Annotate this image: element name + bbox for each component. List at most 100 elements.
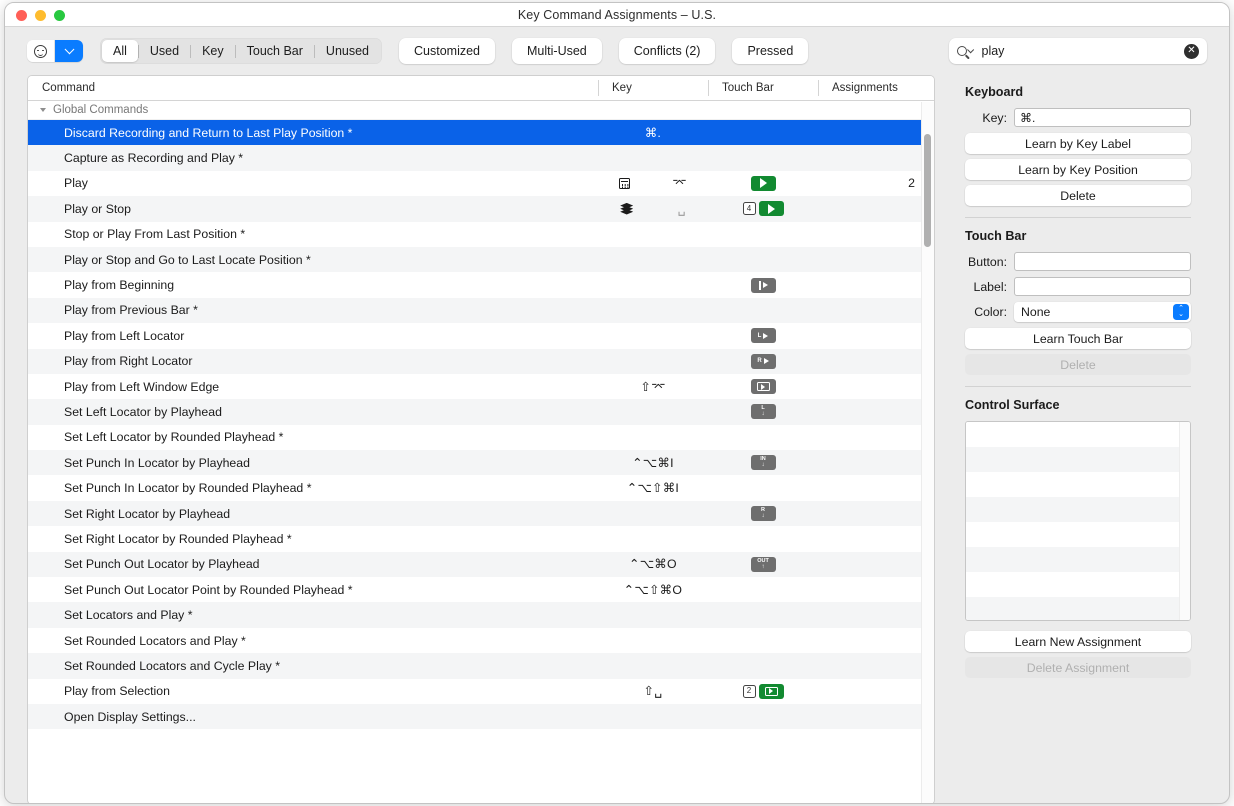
control-surface-row[interactable] [966, 522, 1190, 547]
table-row[interactable]: Play from Left Window Edge ⇧⌤ [28, 373, 934, 400]
touchbar-color-select[interactable]: None ⌃ ⌄ [1014, 302, 1191, 322]
table-row[interactable]: Discard Recording and Return to Last Pla… [28, 120, 934, 146]
table-row[interactable]: Play from Beginning [28, 272, 934, 298]
pressed-button[interactable]: Pressed [732, 38, 809, 64]
cell-command: Play from Beginning [64, 278, 175, 293]
touchbar-play-chip[interactable] [758, 201, 784, 217]
touchbar-button-input[interactable] [1014, 252, 1191, 271]
segment-unused[interactable]: Unused [315, 40, 380, 62]
section-divider [965, 386, 1191, 387]
segment-used[interactable]: Used [139, 40, 190, 62]
table-row[interactable]: Set Locators and Play * [28, 602, 934, 628]
toolbar-left-group [27, 40, 83, 62]
cell-touch-bar [708, 602, 818, 627]
key-field-row: Key: ⌘. [965, 108, 1191, 127]
search-icon[interactable] [957, 46, 974, 56]
table-row[interactable]: Play from Selection ⇧␣ 2 [28, 678, 934, 704]
segment-all[interactable]: All [102, 40, 138, 62]
table-group-header[interactable]: Global Commands [28, 101, 934, 120]
table-row[interactable]: Play from Previous Bar * [28, 297, 934, 324]
maximize-button[interactable] [54, 10, 65, 21]
keyboard-delete-button[interactable]: Delete [965, 185, 1191, 206]
table-row[interactable]: Set Right Locator by Rounded Playhead * [28, 526, 934, 552]
segment-touch-bar[interactable]: Touch Bar [236, 40, 314, 62]
column-header-command[interactable]: Command [28, 76, 598, 100]
control-surface-row[interactable] [966, 597, 1190, 620]
table-row[interactable]: Play from Right Locator R [28, 348, 934, 374]
control-surface-row[interactable] [966, 547, 1190, 572]
table-row[interactable]: Set Right Locator by Playhead R ↓ [28, 500, 934, 527]
table-row[interactable]: Capture as Recording and Play * [28, 145, 934, 171]
table-row[interactable]: Play or Stop ␣ 4 [28, 196, 934, 222]
touchbar-set-locator-chip[interactable]: IN ↓ [750, 455, 776, 471]
touchbar-play-from-locator-chip[interactable]: R [750, 353, 776, 369]
control-surface-list[interactable] [965, 421, 1191, 621]
segment-key[interactable]: Key [191, 40, 235, 62]
table-row[interactable]: Play or Stop and Go to Last Locate Posit… [28, 246, 934, 273]
table-row[interactable]: Play ⌤ 2 [28, 170, 934, 197]
control-surface-scrollbar[interactable] [1179, 422, 1190, 620]
customized-button[interactable]: Customized [399, 38, 496, 64]
conflicts-button[interactable]: Conflicts (2) [618, 38, 716, 64]
preset-dropdown-button[interactable] [55, 40, 83, 62]
touchbar-count-badge: 4 [742, 202, 756, 216]
learn-by-key-label-button[interactable]: Learn by Key Label [965, 133, 1191, 154]
table-scrollbar-thumb[interactable] [924, 134, 931, 247]
control-surface-row[interactable] [966, 472, 1190, 497]
segment-key-label: Key [202, 44, 224, 58]
key-field-input[interactable]: ⌘. [1014, 108, 1191, 127]
table-row[interactable]: Set Rounded Locators and Play * [28, 627, 934, 654]
touchbar-play-selection-chip[interactable] [758, 683, 784, 699]
touchbar-play-chip[interactable] [750, 175, 776, 191]
cell-touch-bar [708, 577, 818, 602]
table-header-row: Command Key Touch Bar Assignments [28, 76, 934, 101]
search-field[interactable]: play ✕ [949, 38, 1207, 64]
search-input-value[interactable]: play [973, 44, 1185, 58]
control-surface-row[interactable] [966, 572, 1190, 597]
cell-touch-bar [708, 653, 818, 678]
numpad-icon [619, 177, 631, 189]
table-row[interactable]: Set Rounded Locators and Cycle Play * [28, 653, 934, 679]
table-row[interactable]: Set Left Locator by Rounded Playhead * [28, 424, 934, 451]
touchbar-play-from-beginning-chip[interactable] [750, 277, 776, 293]
cell-assignments [818, 323, 934, 348]
touchbar-set-locator-chip[interactable]: OUT ↑ [750, 556, 776, 572]
close-button[interactable] [16, 10, 27, 21]
filter-segmented-control[interactable]: All Used Key Touch Bar Unused [100, 38, 383, 64]
table-row[interactable]: Set Punch Out Locator Point by Rounded P… [28, 577, 934, 603]
touchbar-play-from-locator-chip[interactable]: L [750, 328, 776, 344]
touchbar-set-locator-chip[interactable]: L ↓ [750, 404, 776, 420]
cell-assignments [818, 349, 934, 374]
cell-command: Set Left Locator by Playhead [64, 404, 222, 419]
learn-new-assignment-button[interactable]: Learn New Assignment [965, 631, 1191, 652]
cell-touch-bar [708, 247, 818, 272]
touchbar-set-locator-chip[interactable]: R ↓ [750, 506, 776, 522]
control-surface-row[interactable] [966, 497, 1190, 522]
table-row[interactable]: Set Left Locator by Playhead L ↓ [28, 399, 934, 425]
column-header-touch-bar[interactable]: Touch Bar [708, 76, 818, 100]
learn-by-key-position-button[interactable]: Learn by Key Position [965, 159, 1191, 180]
table-row[interactable]: Play from Left Locator L [28, 323, 934, 349]
cell-key: ⌃⌥⇧⌘I [598, 475, 708, 500]
table-row[interactable]: Open Display Settings... [28, 703, 934, 730]
table-row[interactable]: Set Punch In Locator by Playhead ⌃⌥⌘I IN ↓ [28, 450, 934, 476]
column-header-assignments[interactable]: Assignments [818, 76, 934, 100]
table-row[interactable]: Stop or Play From Last Position * [28, 221, 934, 247]
disclosure-triangle-icon[interactable] [40, 108, 46, 112]
table-scrollbar-track[interactable] [921, 102, 934, 803]
table-row[interactable]: Set Punch Out Locator by Playhead ⌃⌥⌘O OUT… [28, 551, 934, 578]
smiley-button[interactable] [27, 40, 55, 62]
cell-assignments [818, 475, 934, 500]
clear-search-icon[interactable]: ✕ [1184, 43, 1199, 59]
touchbar-label-input[interactable] [1014, 277, 1191, 296]
cell-command: Play from Previous Bar * [64, 303, 198, 318]
touchbar-play-window-edge-chip[interactable] [750, 379, 776, 395]
multi-used-button[interactable]: Multi-Used [512, 38, 602, 64]
cell-assignments [818, 450, 934, 475]
learn-touch-bar-button[interactable]: Learn Touch Bar [965, 328, 1191, 349]
column-header-key[interactable]: Key [598, 76, 708, 100]
control-surface-row[interactable] [966, 447, 1190, 472]
table-row[interactable]: Set Punch In Locator by Rounded Playhead… [28, 475, 934, 501]
minimize-button[interactable] [35, 10, 46, 21]
control-surface-row[interactable] [966, 422, 1190, 447]
